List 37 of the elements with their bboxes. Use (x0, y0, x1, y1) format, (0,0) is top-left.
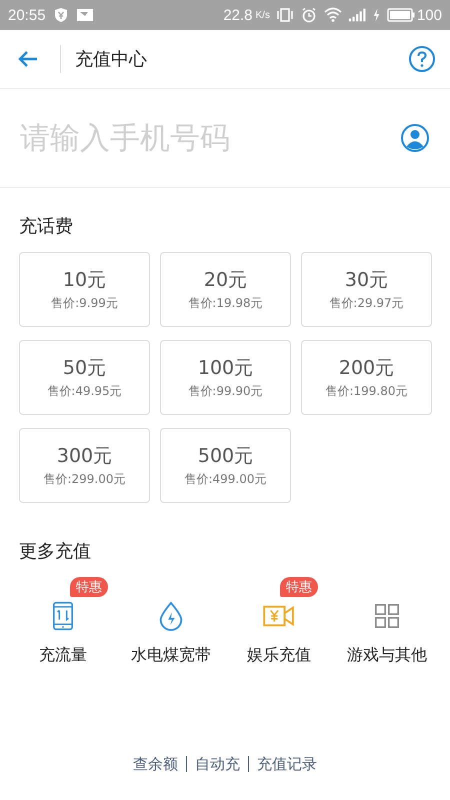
footer-link[interactable]: 查余额 (125, 756, 186, 772)
footer-link[interactable]: 充值记录 (248, 756, 325, 772)
amount-option[interactable]: 100元 售价:99.90元 (160, 340, 291, 415)
category-button[interactable]: 特惠 娱乐充值 (225, 569, 333, 666)
alarm-icon (300, 7, 318, 23)
amount-option[interactable]: 30元 售价:29.97元 (301, 252, 432, 327)
amount-option[interactable]: 500元 售价:499.00元 (160, 428, 291, 503)
battery-level: 100 (416, 6, 442, 24)
vibrate-icon (276, 7, 294, 23)
promo-badge: 特惠 (280, 577, 318, 597)
amount-option[interactable]: 300元 售价:299.00元 (19, 428, 150, 503)
contact-button[interactable] (400, 123, 430, 153)
speed-unit: K/s (256, 10, 270, 20)
video-camera-icon (262, 603, 296, 629)
charging-icon (372, 7, 381, 23)
signal-icon (348, 7, 366, 23)
amount-option[interactable]: 50元 售价:49.95元 (19, 340, 150, 415)
amount-option[interactable]: 200元 售价:199.80元 (301, 340, 432, 415)
category-button[interactable]: 水电煤宽带 (117, 569, 225, 666)
amount-option[interactable]: 20元 售价:19.98元 (160, 252, 291, 327)
category-button[interactable]: 游戏与其他 (333, 569, 441, 666)
wifi-icon (324, 7, 342, 23)
help-button[interactable] (408, 45, 436, 73)
footer-link[interactable]: 自动充 (186, 756, 248, 772)
amount-option[interactable]: 10元 售价:9.99元 (19, 252, 150, 327)
battery-icon (386, 7, 415, 23)
phone-icon (52, 601, 74, 631)
promo-badge: 特惠 (70, 577, 108, 597)
network-speed: 22.8 (223, 6, 253, 24)
page-title: 充值中心 (75, 48, 147, 71)
grid-icon (374, 603, 400, 629)
image-icon (76, 7, 94, 23)
section-title: 充话费 (19, 215, 74, 238)
status-time: 20:55 (8, 6, 46, 24)
category-button[interactable]: 特惠 充流量 (9, 569, 117, 666)
water-drop-icon (157, 601, 185, 631)
section-title: 更多充值 (19, 540, 92, 563)
